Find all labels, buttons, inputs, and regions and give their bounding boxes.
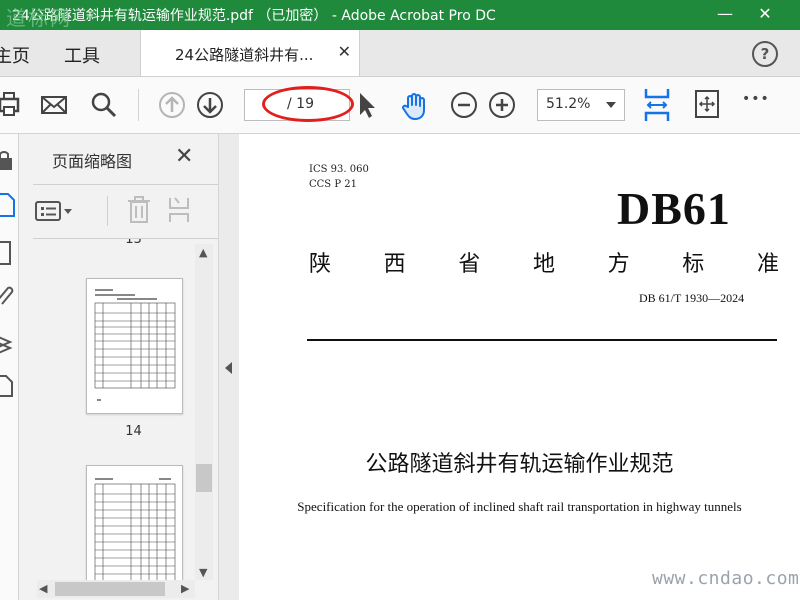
doc-horizontal-rule: [307, 339, 777, 341]
page-thumbnail[interactable]: [86, 278, 183, 414]
navigation-pane-strip: [0, 134, 19, 600]
extract-page-icon[interactable]: [165, 194, 193, 226]
doc-province-char: 陕: [309, 252, 332, 277]
title-bar: 24公路隧道斜井有轨运输作业规范.pdf （已加密） - Adobe Acrob…: [0, 0, 800, 30]
doc-province-char: 西: [383, 252, 406, 277]
thumbnail-label: 14: [125, 424, 142, 439]
panel-toolbar: [19, 186, 218, 238]
page-thumbnails-icon[interactable]: [0, 192, 18, 218]
tab-document[interactable]: 24公路隧道斜井有... ✕: [140, 30, 360, 76]
search-icon[interactable]: [90, 91, 118, 119]
tab-home[interactable]: 主页: [0, 42, 30, 68]
doc-db-code: DB61: [617, 183, 731, 234]
fit-width-icon[interactable]: [642, 87, 672, 123]
doc-province-char: 方: [607, 252, 630, 277]
page-thumbnail-preview: [94, 478, 176, 582]
email-icon[interactable]: [40, 91, 68, 119]
toolbar-separator: [138, 89, 139, 121]
panel-splitter[interactable]: [219, 134, 239, 600]
close-window-button[interactable]: ✕: [752, 2, 778, 26]
doc-province-char: 地: [532, 252, 555, 277]
scroll-up-icon[interactable]: ▲: [199, 246, 207, 259]
tab-tools[interactable]: 工具: [64, 42, 100, 68]
scroll-right-icon[interactable]: ▶: [181, 582, 189, 595]
doc-title-en: Specification for the operation of incli…: [297, 499, 742, 514]
scrollbar-thumb[interactable]: [196, 464, 212, 492]
zoom-out-icon[interactable]: [450, 91, 478, 119]
help-icon[interactable]: ?: [752, 41, 778, 67]
zoom-select[interactable]: 51.2%: [537, 89, 625, 121]
more-icon[interactable]: •••: [742, 91, 770, 107]
bookmarks-icon[interactable]: [0, 240, 18, 266]
doc-province-char: 标: [682, 252, 705, 277]
collapse-panel-icon[interactable]: [225, 362, 232, 374]
panel-divider: [33, 184, 218, 185]
panel-title: 页面缩略图: [52, 152, 133, 171]
panel-toolbar-separator: [107, 196, 108, 226]
minimize-button[interactable]: —: [712, 2, 738, 26]
tab-document-label: 24公路隧道斜井有...: [175, 46, 314, 64]
window-title: 24公路隧道斜井有轨运输作业规范.pdf （已加密） - Adobe Acrob…: [12, 8, 496, 24]
watermark-url: www.cndao.com: [652, 568, 800, 589]
attachments-icon[interactable]: [0, 282, 18, 308]
doc-classification: ICS 93. 060 CCS P 21: [309, 162, 369, 192]
page-thumbnail-preview: [94, 289, 176, 401]
options-menu-icon[interactable]: [33, 196, 77, 226]
scrollbar-thumb[interactable]: [55, 582, 165, 596]
page-thumbnails-panel: 页面缩略图 ✕ 13 14 ▲ ▼ ◀ ▶: [19, 134, 219, 600]
select-cursor-icon[interactable]: [356, 91, 378, 119]
scroll-down-icon[interactable]: ▼: [199, 566, 207, 579]
close-panel-icon[interactable]: ✕: [175, 144, 193, 169]
delete-page-icon[interactable]: [125, 194, 153, 226]
document-properties-icon[interactable]: [0, 372, 18, 398]
full-screen-icon[interactable]: [694, 89, 720, 119]
doc-province-char: 省: [458, 252, 481, 277]
doc-province-heading: 陕 西 省 地 方 标 准: [309, 246, 779, 278]
tab-bar: 主页 工具 24公路隧道斜井有... ✕: [0, 30, 800, 77]
scroll-left-icon[interactable]: ◀: [39, 582, 47, 595]
prev-page-icon[interactable]: [158, 91, 186, 119]
lock-icon[interactable]: [0, 148, 18, 174]
zoom-in-icon[interactable]: [488, 91, 516, 119]
toolbar: / 19 51.2% •••: [0, 77, 800, 134]
close-tab-icon[interactable]: ✕: [338, 42, 351, 61]
doc-ccs-code: CCS P 21: [309, 179, 357, 190]
next-page-icon[interactable]: [196, 91, 224, 119]
annotation-circle: [262, 86, 354, 122]
doc-province-char: 准: [756, 252, 779, 277]
zoom-value: 51.2%: [546, 96, 591, 112]
chevron-down-icon: [606, 102, 616, 108]
thumbnail-label-partial: 13: [125, 239, 142, 247]
document-view[interactable]: ICS 93. 060 CCS P 21 DB61 陕 西 省 地 方 标 准 …: [239, 134, 800, 600]
layers-icon[interactable]: [0, 330, 18, 356]
doc-title-cn: 公路隧道斜井有轨运输作业规范: [365, 452, 674, 477]
horizontal-scrollbar[interactable]: ◀ ▶: [37, 580, 195, 598]
page-thumbnail[interactable]: [86, 465, 183, 582]
doc-ics-code: ICS 93. 060: [309, 164, 369, 175]
print-icon[interactable]: [0, 91, 20, 119]
watermark-logo: 道标网: [6, 6, 72, 30]
hand-tool-icon[interactable]: [400, 91, 430, 121]
vertical-scrollbar[interactable]: ▲ ▼: [195, 244, 213, 580]
doc-standard-number: DB 61/T 1930—2024: [639, 291, 745, 305]
